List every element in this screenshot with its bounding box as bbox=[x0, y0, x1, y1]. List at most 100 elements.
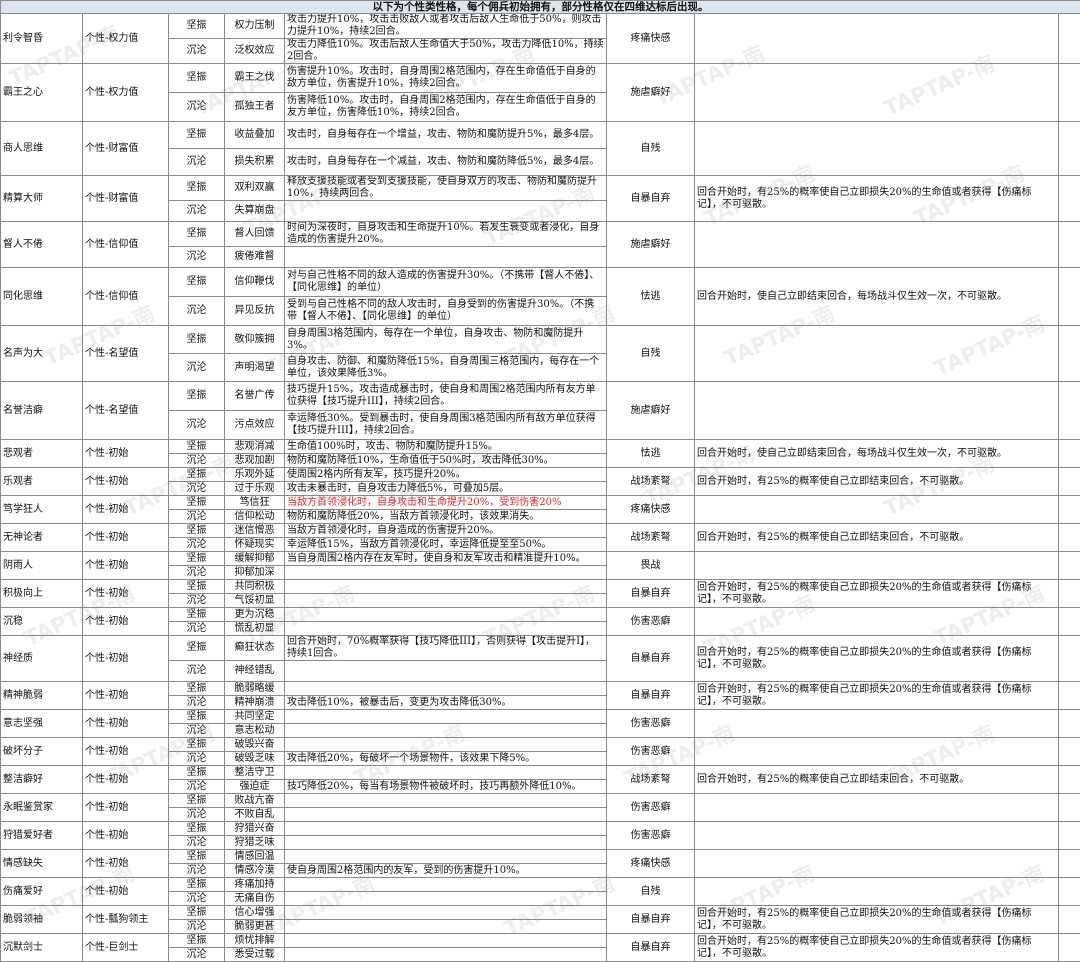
positive-effect-desc bbox=[284, 709, 607, 724]
trait-category: 个性-初始 bbox=[82, 551, 169, 580]
blank-cell bbox=[1058, 495, 1080, 524]
negative-effect-desc: 物防和魔防降低20%，当敌方首领浸化时，该效果消失。 bbox=[284, 509, 607, 524]
negative-effect-desc bbox=[284, 660, 607, 682]
positive-state: 坚振 bbox=[168, 175, 225, 201]
blank-cell bbox=[1058, 635, 1080, 682]
negative-state: 沉沦 bbox=[168, 92, 225, 122]
positive-state: 坚振 bbox=[168, 267, 225, 297]
negative-state: 沉沦 bbox=[168, 565, 225, 580]
blank-cell bbox=[1058, 221, 1080, 268]
negative-trait: 疼痛快感 bbox=[606, 495, 695, 524]
negative-state: 沉沦 bbox=[168, 807, 225, 822]
trait-category: 个性-初始 bbox=[82, 579, 169, 608]
negative-effect-desc bbox=[284, 723, 607, 738]
table-row: 精神脆弱 个性-初始 坚振 脆弱略缓 自暴自弃 回合开始时，有25%的概率使自己立即损失2… bbox=[0, 681, 1080, 710]
table-row: 阴雨人 个性-初始 坚振 缓解抑郁 当自身周围2格内存在友军时，使自身和友军攻击和精准提… bbox=[0, 551, 1080, 580]
negative-effect-name: 失算崩盘 bbox=[224, 200, 285, 222]
table-row: 名誉洁癖 个性-名望值 坚振 名誉广传 技巧提升15%，攻击造成暴击时，使自身和周围2格… bbox=[0, 381, 1080, 440]
negative-effect-name: 抑郁加深 bbox=[224, 565, 285, 580]
negative-state: 沉沦 bbox=[168, 751, 225, 766]
trait-category: 个性-初始 bbox=[82, 681, 169, 710]
negative-trait-effect bbox=[694, 221, 1059, 268]
table-row: 笃学狂人 个性-初始 坚振 笃信狂 当敌方首领浸化时，自身攻击和生命提升20%，受到伤害… bbox=[0, 495, 1080, 524]
positive-effect-name: 迷信憎恶 bbox=[224, 523, 285, 538]
positive-effect-desc: 对与自己性格不同的敌人造成的伤害提升30%。（不携带【督人不倦】、【同化思维】的… bbox=[284, 267, 607, 297]
negative-effect-name: 不败自乱 bbox=[224, 807, 285, 822]
positive-effect-desc bbox=[284, 681, 607, 696]
positive-state: 坚振 bbox=[168, 607, 225, 622]
negative-effect-name: 慌乱初显 bbox=[224, 621, 285, 636]
negative-effect-name: 气馁初显 bbox=[224, 593, 285, 608]
negative-effect-desc: 伤害降低10%。攻击时，自身周围2格范围内，存在生命值低于自身的友方单位，伤害降… bbox=[284, 92, 607, 122]
positive-state: 坚振 bbox=[168, 905, 225, 920]
negative-trait: 战场紊弩 bbox=[606, 765, 695, 794]
trait-name: 意志坚强 bbox=[0, 709, 83, 738]
negative-trait: 自暴自弃 bbox=[606, 579, 695, 608]
positive-effect-desc bbox=[284, 849, 607, 864]
positive-state: 坚振 bbox=[168, 737, 225, 752]
negative-effect-desc: 物防和魔防降低10%，生命值低于50%时，攻击降低30%。 bbox=[284, 453, 607, 468]
negative-state: 沉沦 bbox=[168, 537, 225, 552]
negative-state: 沉沦 bbox=[168, 919, 225, 934]
negative-trait-effect: 回合开始时，有25%的概率使自己立即结束回合，不可驱散。 bbox=[694, 765, 1059, 794]
negative-effect-name: 破毁乏味 bbox=[224, 751, 285, 766]
trait-name: 情感缺失 bbox=[0, 849, 83, 878]
positive-effect-name: 信心增强 bbox=[224, 905, 285, 920]
positive-effect-desc: 自身周围3格范围内，每存在一个单位，自身攻击、物防和魔防提升3%。 bbox=[284, 325, 607, 354]
table-row: 利令智昏 个性-权力值 坚振 权力压制 攻击力提升10%，攻击击败敌人或者攻击后敌人生命… bbox=[0, 13, 1080, 64]
positive-effect-name: 整洁守卫 bbox=[224, 765, 285, 780]
negative-trait-effect: 回合开始时，有25%的概率使自己立即损失20%的生命值或者获得【伤痛标记】，不可… bbox=[694, 579, 1059, 608]
table-row: 沉稳 个性-初始 坚振 更为沉稳 伤害恶癖 bbox=[0, 607, 1080, 636]
trait-category: 个性-初始 bbox=[82, 467, 169, 496]
negative-trait: 伤害恶癖 bbox=[606, 793, 695, 822]
trait-name: 乐观者 bbox=[0, 467, 83, 496]
positive-state: 坚振 bbox=[168, 523, 225, 538]
positive-effect-name: 癫狂状态 bbox=[224, 635, 285, 661]
negative-effect-name: 悉受过载 bbox=[224, 947, 285, 962]
trait-name: 悲观者 bbox=[0, 439, 83, 468]
negative-trait-effect bbox=[694, 709, 1059, 738]
positive-state: 坚振 bbox=[168, 579, 225, 594]
table-row: 悲观者 个性-初始 坚振 悲观消减 生命值100%时，攻击、物防和魔防提升15%。 怯逃回… bbox=[0, 439, 1080, 468]
negative-trait: 疼痛快感 bbox=[606, 849, 695, 878]
positive-effect-name: 烦忧排解 bbox=[224, 933, 285, 948]
negative-trait: 畏战 bbox=[606, 551, 695, 580]
negative-trait-effect bbox=[694, 121, 1059, 176]
positive-state: 坚振 bbox=[168, 325, 225, 354]
blank-cell bbox=[1058, 793, 1080, 822]
table-row: 脆弱领袖 个性-瓢狗领主 坚振 信心增强 自暴自弃 回合开始时，有25%的概率使自己立即损… bbox=[0, 905, 1080, 934]
negative-effect-desc bbox=[284, 807, 607, 822]
trait-category: 个性-巨剑士 bbox=[82, 933, 169, 962]
blank-cell bbox=[1058, 849, 1080, 878]
positive-effect-desc: 回合开始时，70%概率获得【技巧降低III】，否则获得【攻击提升I】，持续1回合… bbox=[284, 635, 607, 661]
positive-effect-desc: 释放支援技能或者受到支援技能，使自身双方的攻击、物防和魔防提升10%，持续两回合… bbox=[284, 175, 607, 201]
positive-state: 坚振 bbox=[168, 381, 225, 411]
positive-effect-name: 收益叠加 bbox=[224, 121, 285, 149]
table-row: 整洁癖好 个性-初始 坚振 整洁守卫 战场紊弩 回合开始时，有25%的概率使自己立即结束回… bbox=[0, 765, 1080, 794]
negative-trait: 疼痛快感 bbox=[606, 13, 695, 64]
negative-effect-desc bbox=[284, 565, 607, 580]
negative-effect-desc: 攻击未暴击时，自身攻击力降低5%，可叠加5层。 bbox=[284, 481, 607, 496]
negative-trait: 自暴自弃 bbox=[606, 905, 695, 934]
negative-state: 沉沦 bbox=[168, 723, 225, 738]
negative-trait-effect bbox=[694, 325, 1059, 382]
positive-state: 坚振 bbox=[168, 13, 225, 39]
negative-effect-desc: 使自身周围2格范围内的友军，受到的伤害提升10%。 bbox=[284, 863, 607, 878]
negative-trait-effect bbox=[694, 849, 1059, 878]
trait-name: 阴雨人 bbox=[0, 551, 83, 580]
trait-name: 名誉洁癖 bbox=[0, 381, 83, 440]
positive-state: 坚振 bbox=[168, 849, 225, 864]
negative-effect-desc: 幸运降低15%，当敌方首领浸化时，幸运降低提至至50%。 bbox=[284, 537, 607, 552]
negative-trait: 战场紊弩 bbox=[606, 467, 695, 496]
negative-trait-effect: 回合开始时，有25%的概率使自己立即结束回合，不可驱散。 bbox=[694, 467, 1059, 496]
negative-trait-effect bbox=[694, 877, 1059, 906]
negative-effect-desc bbox=[284, 200, 607, 222]
negative-state: 沉沦 bbox=[168, 453, 225, 468]
negative-state: 沉沦 bbox=[168, 148, 225, 176]
blank-cell bbox=[1058, 737, 1080, 766]
positive-state: 坚振 bbox=[168, 635, 225, 661]
negative-state: 沉沦 bbox=[168, 863, 225, 878]
positive-state: 坚振 bbox=[168, 121, 225, 149]
trait-category: 个性-初始 bbox=[82, 523, 169, 552]
trait-name: 整洁癖好 bbox=[0, 765, 83, 794]
